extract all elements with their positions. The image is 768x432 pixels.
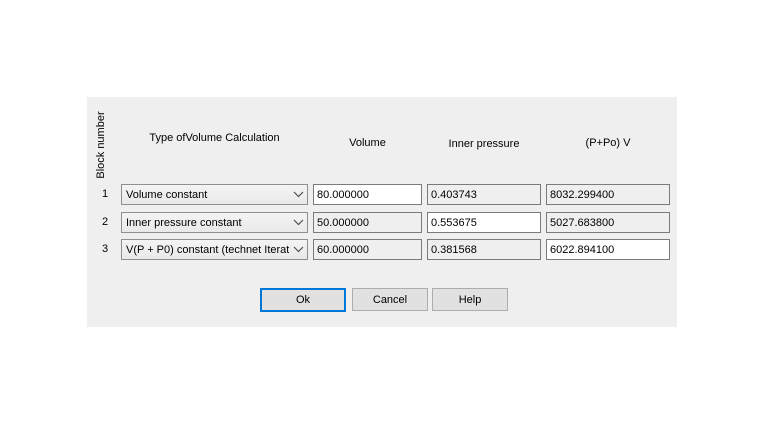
column-header-inner-pressure: Inner pressure (427, 138, 541, 150)
type-select-row-1[interactable]: Volume constant (121, 184, 308, 205)
inner-pressure-field-row-1 (427, 184, 541, 205)
pv-input-row-3[interactable] (546, 239, 670, 260)
ok-button[interactable]: Ok (260, 288, 346, 312)
volume-calculation-dialog: Block number Type ofVolume Calculation V… (87, 97, 677, 327)
column-header-type: Type ofVolume Calculation (121, 132, 308, 144)
block-number-3: 3 (97, 239, 113, 260)
chevron-down-icon (289, 240, 307, 259)
type-select-row-3-value: V(P + P0) constant (technet Iteratio (126, 244, 289, 256)
volume-field-row-3 (313, 239, 422, 260)
inner-pressure-input-row-2[interactable] (427, 212, 541, 233)
volume-field-row-2 (313, 212, 422, 233)
pv-field-row-2 (546, 212, 670, 233)
block-number-1: 1 (97, 184, 113, 205)
type-select-row-2-value: Inner pressure constant (126, 217, 289, 229)
column-header-block-number: Block number (95, 105, 110, 185)
column-header-volume: Volume (313, 137, 422, 149)
type-select-row-2[interactable]: Inner pressure constant (121, 212, 308, 233)
volume-input-row-1[interactable] (313, 184, 422, 205)
cancel-button[interactable]: Cancel (352, 288, 428, 311)
block-number-2: 2 (97, 212, 113, 233)
pv-field-row-1 (546, 184, 670, 205)
type-select-row-1-value: Volume constant (126, 189, 289, 201)
chevron-down-icon (289, 185, 307, 204)
help-button[interactable]: Help (432, 288, 508, 311)
type-select-row-3[interactable]: V(P + P0) constant (technet Iteratio (121, 239, 308, 260)
column-header-pv: (P+Po) V (546, 137, 670, 149)
inner-pressure-field-row-3 (427, 239, 541, 260)
chevron-down-icon (289, 213, 307, 232)
